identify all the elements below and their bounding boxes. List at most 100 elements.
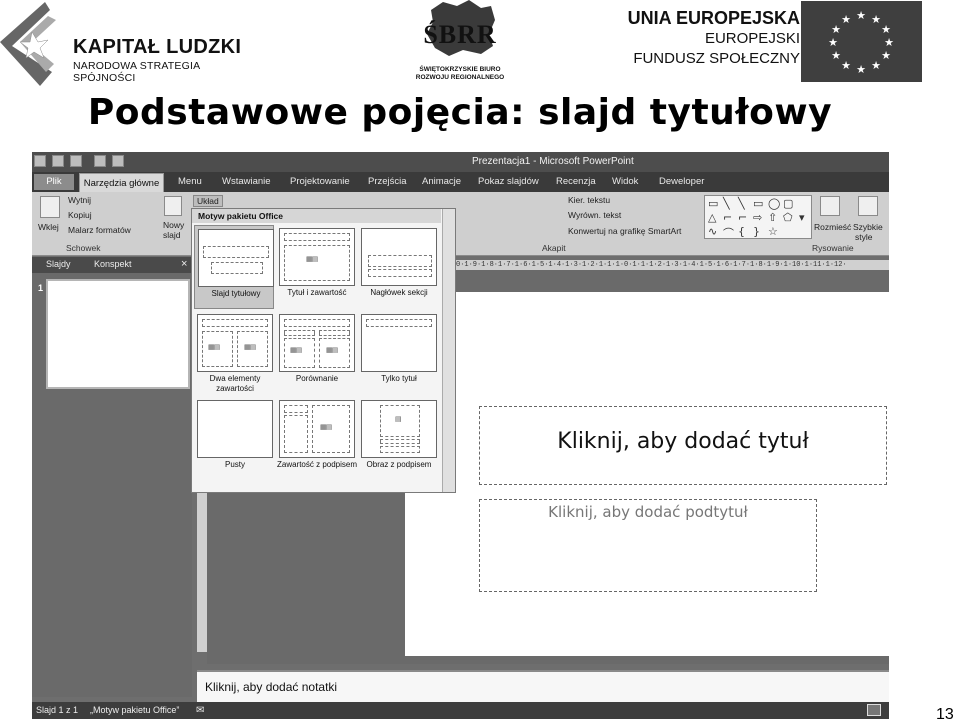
undo-icon[interactable]: [70, 155, 82, 167]
cut-button[interactable]: Wytnij: [68, 195, 91, 205]
format-painter-button[interactable]: Malarz formatów: [68, 225, 131, 235]
shape-curve-icon[interactable]: ∿: [708, 225, 717, 238]
close-pane-icon[interactable]: ×: [181, 258, 187, 270]
tab-menu[interactable]: Menu: [178, 176, 202, 187]
svg-text:★: ★: [841, 59, 851, 72]
slide-thumbnail[interactable]: [46, 279, 190, 389]
layout-content-caption[interactable]: ▦▤ Zawartość z podpisem: [276, 397, 357, 481]
arrange-button[interactable]: Rozmieść: [814, 222, 851, 232]
shape-pentagon-icon[interactable]: ⬠: [783, 211, 793, 224]
layout-title-only[interactable]: Tylko tytuł: [358, 311, 438, 395]
title-box: [284, 319, 350, 327]
arrange-icon[interactable]: [820, 196, 840, 216]
svg-text:★: ★: [856, 63, 866, 76]
layout-blank[interactable]: Pusty: [194, 397, 274, 481]
layout-title-slide[interactable]: Slajd tytułowy: [194, 225, 274, 309]
notes-pane[interactable]: Kliknij, aby dodać notatki: [197, 670, 889, 702]
shape-curve-icon[interactable]: ⌒: [723, 225, 734, 241]
shape-triangle-icon[interactable]: △: [708, 211, 716, 224]
svg-text:★: ★: [881, 49, 891, 62]
paste-icon[interactable]: [40, 196, 60, 218]
eu-fund-line: EUROPEJSKI: [704, 30, 800, 47]
tab-review[interactable]: Recenzja: [556, 176, 596, 187]
layout-comparison[interactable]: ▦▤ ▦▤ Porównanie: [276, 311, 356, 395]
shape-elbow-icon[interactable]: ⌐: [723, 211, 732, 224]
quick-styles-button[interactable]: Szybkie: [853, 222, 883, 232]
powerpoint-app-icon[interactable]: [34, 155, 46, 167]
content-box: [284, 245, 350, 281]
subtitle-placeholder-text: Kliknij, aby dodać podtytuł: [548, 503, 748, 521]
tab-insert[interactable]: Wstawianie: [222, 176, 271, 187]
slide-count: Slajd 1 z 1: [36, 705, 79, 715]
quick-styles-icon[interactable]: [858, 196, 878, 216]
tab-animations[interactable]: Animacje: [422, 176, 461, 187]
subtitle-placeholder[interactable]: Kliknij, aby dodać podtytuł: [479, 499, 817, 592]
shape-oval-icon[interactable]: ◯: [768, 197, 780, 210]
sbrr-caption: ŚWIĘTOKRZYSKIE BIURO: [419, 66, 501, 73]
layout-section-header[interactable]: Nagłówek sekcji: [358, 225, 438, 309]
gallery-scrollbar[interactable]: [442, 209, 455, 492]
title-bar: Prezentacja1 - Microsoft PowerPoint: [32, 152, 889, 172]
layout-thumbnail: [197, 400, 273, 458]
shape-arrow-icon[interactable]: ⇨: [753, 211, 762, 224]
shape-brace-icon[interactable]: }: [753, 225, 760, 238]
layout-label: Nagłówek sekcji: [370, 288, 428, 297]
text-box: [284, 415, 308, 453]
layout-title-content[interactable]: ▦▤ Tytuł i zawartość: [276, 225, 356, 309]
redo-icon[interactable]: [94, 155, 106, 167]
layout-label: Tytuł i zawartość: [287, 288, 347, 297]
normal-view-icon[interactable]: [867, 704, 881, 716]
paste-button[interactable]: Wklej: [38, 222, 59, 232]
shape-rounded-rect-icon[interactable]: ▢: [783, 197, 793, 210]
smartart-button[interactable]: Konwertuj na grafikę SmartArt: [568, 226, 681, 236]
new-slide-button-line2[interactable]: slajd: [163, 230, 180, 240]
layout-picture-caption[interactable]: ▤ Obraz z podpisem: [358, 397, 438, 481]
new-slide-icon[interactable]: [164, 196, 182, 216]
shape-textbox-icon[interactable]: ▭: [708, 197, 718, 210]
layout-thumbnail: [361, 228, 437, 286]
slideshow-icon[interactable]: [112, 155, 124, 167]
shape-rectangle-icon[interactable]: ▭: [753, 197, 763, 210]
svg-text:★: ★: [828, 36, 838, 49]
tab-transitions[interactable]: Przejścia: [368, 176, 407, 187]
tab-home[interactable]: Narzędzia główne: [79, 173, 164, 192]
layout-two-content[interactable]: ▦▤ ▦▤ Dwa elementy zawartości: [194, 311, 274, 395]
layout-thumbnail: [198, 229, 274, 287]
quick-styles-button-line2[interactable]: style: [855, 232, 872, 242]
theme-name: „Motyw pakietu Office”: [90, 705, 180, 715]
shape-brace-icon[interactable]: {: [738, 225, 745, 238]
shape-line-icon[interactable]: ╲: [738, 197, 745, 210]
slides-pane: Slajdy Konspekt × 1: [32, 257, 192, 697]
eu-text-logo: UNIA EUROPEJSKA EUROPEJSKI FUNDUSZ SPOŁE…: [600, 8, 800, 69]
layout-button[interactable]: Układ: [193, 195, 223, 207]
tab-slides[interactable]: Slajdy: [46, 259, 71, 269]
layout-thumbnail: ▦▤ ▦▤: [279, 314, 355, 372]
tab-slideshow[interactable]: Pokaz slajdów: [478, 176, 539, 187]
tab-outline[interactable]: Konspekt: [94, 259, 132, 269]
shape-arrow-icon[interactable]: ⇧: [768, 211, 777, 224]
tab-view[interactable]: Widok: [612, 176, 638, 187]
subtitle-box: [211, 262, 263, 274]
tab-file[interactable]: Plik: [34, 174, 74, 190]
text-direction-button[interactable]: Kier. tekstu: [568, 195, 610, 205]
title-box: [284, 405, 308, 413]
shape-elbow-icon[interactable]: ⌐: [738, 211, 747, 224]
tab-design[interactable]: Projektowanie: [290, 176, 350, 187]
slide-title: Podstawowe pojęcia: slajd tytułowy: [87, 92, 833, 133]
align-text-button[interactable]: Wyrówn. tekst: [568, 210, 621, 220]
shape-star-icon[interactable]: ☆: [768, 225, 778, 238]
layout-thumbnail: ▦▤ ▦▤: [197, 314, 273, 372]
tab-developer[interactable]: Deweloper: [659, 176, 704, 187]
shape-line-icon[interactable]: ╲: [723, 197, 730, 210]
copy-button[interactable]: Kopiuj: [68, 210, 92, 220]
language-icon[interactable]: ✉: [196, 705, 204, 716]
title-placeholder[interactable]: Kliknij, aby dodać tytuł: [479, 406, 887, 485]
shapes-more-icon[interactable]: ▾: [799, 211, 805, 224]
kapital-ludzki-star-icon: [0, 2, 56, 86]
eu-title: UNIA EUROPEJSKA: [627, 8, 800, 28]
shapes-gallery[interactable]: ▭ ╲ ╲ ▭ ◯ ▢ △ ⌐ ⌐ ⇨ ⇧ ⬠ ∿ ⌒ { } ☆ ▾: [704, 195, 812, 241]
save-icon[interactable]: [52, 155, 64, 167]
sbrr-name: ŚBRR: [423, 20, 497, 49]
horizontal-ruler: 0·1·9·1·8·1·7·1·6·1·5·1·4·1·3·1·2·1·1·1·…: [456, 260, 889, 270]
new-slide-button[interactable]: Nowy: [163, 220, 184, 230]
